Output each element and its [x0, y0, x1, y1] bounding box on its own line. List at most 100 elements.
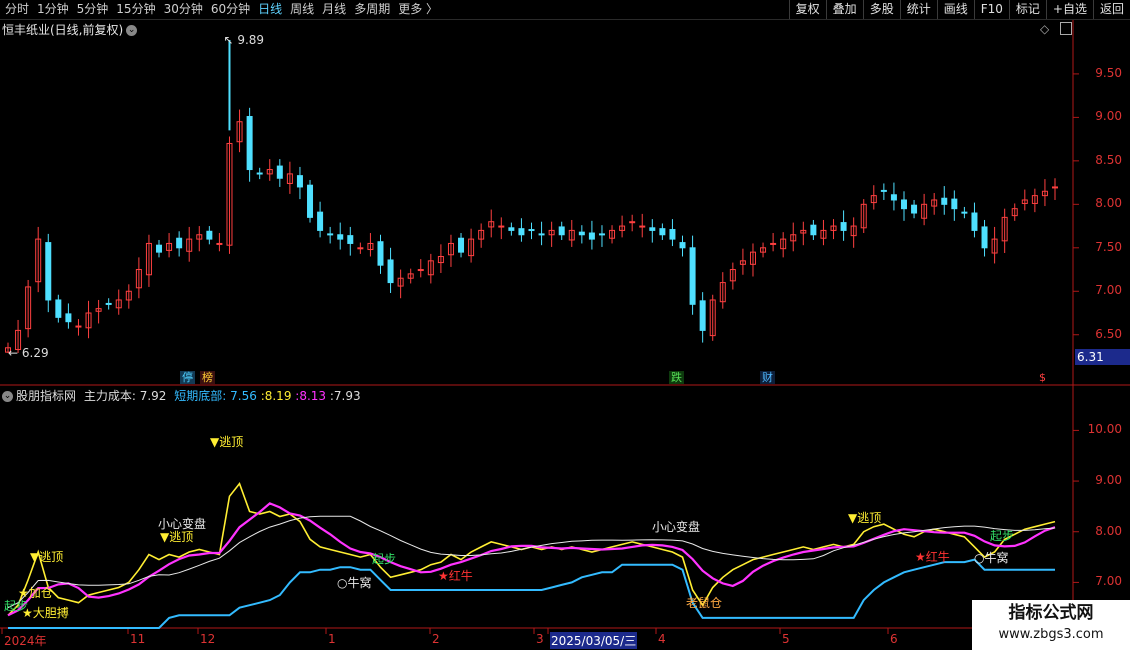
main-y-tick-2: 8.50 — [1095, 152, 1122, 167]
rank-marker[interactable]: 榜 — [200, 371, 215, 384]
candle-body — [387, 259, 394, 284]
candle-body — [538, 233, 545, 236]
candle-body — [55, 299, 62, 318]
ind-y-tick-2: 8.00 — [1095, 523, 1122, 538]
indicator-annotation-12: ★红牛 — [915, 550, 950, 564]
date-label-1: 11 — [130, 632, 146, 646]
indicator-annotation-5: ★大胆搏 — [22, 606, 69, 620]
candle-body — [317, 211, 324, 231]
drop-marker[interactable]: 跌 — [669, 371, 684, 384]
candle-body — [699, 300, 706, 331]
candle-body — [598, 233, 605, 236]
indicator-annotation-10: ○牛窝 — [974, 551, 1009, 565]
candle-body — [156, 244, 163, 253]
date-label-9: 6 — [890, 632, 898, 646]
date-label-4: 2 — [432, 632, 440, 646]
candle-body — [458, 237, 465, 253]
date-label-8: 5 — [782, 632, 790, 646]
indicator-annotation-6: 起步 — [4, 599, 29, 613]
chevron-down-icon[interactable]: ⌄ — [2, 391, 13, 402]
watermark-url: www.zbgs3.com — [998, 627, 1104, 642]
candle-body — [528, 229, 535, 232]
candle-body — [307, 184, 314, 218]
candle-body — [578, 231, 585, 236]
candle-body — [75, 325, 82, 328]
candle-body — [296, 175, 303, 188]
high-label: ↖ 9.89 — [223, 33, 264, 47]
short-bottom-label: 短期底部: — [174, 389, 227, 403]
candle-body — [911, 204, 918, 214]
candle-body — [357, 247, 364, 250]
candle-body — [65, 313, 72, 323]
candle-body — [508, 227, 515, 231]
main-y-tick-6: 6.50 — [1095, 326, 1122, 341]
candle-body — [1052, 186, 1058, 189]
candle-body — [417, 269, 424, 272]
main-cost-value: 7.92 — [139, 389, 167, 403]
indicator-annotation-7: 小心变盘 — [158, 517, 207, 531]
white-line-value: 7.93 — [333, 389, 361, 403]
ind-y-tick-1: 9.00 — [1095, 473, 1122, 488]
candle-body — [971, 212, 978, 231]
candle-body — [890, 194, 897, 201]
main-cost-label: 主力成本: — [83, 389, 136, 403]
indicator-annotation-3: ▼逃顶 — [848, 511, 882, 525]
candle-body — [659, 228, 666, 236]
candle-body — [981, 226, 988, 249]
date-label-5: 3 — [536, 632, 544, 646]
indicator-annotation-0: ▼逃顶 — [30, 550, 64, 564]
candle-body — [649, 227, 656, 231]
candle-body — [498, 225, 505, 228]
date-label-2: 12 — [200, 632, 216, 646]
candle-body — [327, 233, 334, 236]
short-bottom-value: 7.56 — [230, 389, 257, 403]
suspend-marker[interactable]: 停 — [180, 371, 195, 384]
candle-body — [558, 226, 565, 236]
candle-body — [840, 222, 847, 231]
dollar-marker[interactable]: $ — [1037, 371, 1048, 384]
candle-body — [337, 234, 344, 240]
yellow-line-value: 8.19 — [264, 389, 292, 403]
indicator-annotation-14: 起步 — [372, 552, 397, 566]
candle-body — [961, 211, 968, 214]
candle-body — [880, 189, 887, 192]
candle-body — [900, 199, 907, 210]
watermark-title: 指标公式网 — [1008, 603, 1094, 623]
main-y-tick-1: 9.00 — [1095, 109, 1122, 124]
candle-body — [246, 116, 253, 171]
candle-body — [770, 242, 777, 245]
yellow-line — [7, 481, 1056, 616]
indicator-name: 股朋指标网 — [16, 389, 77, 403]
candle-body — [629, 221, 636, 224]
indicator-annotation-13: 老鼠仓 — [686, 596, 723, 610]
main-y-tick-4: 7.50 — [1095, 239, 1122, 254]
kline-chart[interactable]: ↖ 9.89 ← 6.29 — [0, 0, 1130, 650]
main-y-tick-3: 8.00 — [1095, 196, 1122, 211]
indicator-annotation-8: 小心变盘 — [652, 520, 701, 534]
current-price-tag: 6.31 — [1075, 349, 1130, 365]
candle-body — [689, 247, 696, 305]
candle-body — [216, 242, 223, 245]
candle-body — [256, 172, 263, 175]
candle-body — [951, 198, 958, 210]
indicator-annotation-15: 起步 — [990, 529, 1015, 543]
cyan-step-line — [8, 558, 1055, 629]
candle-body — [347, 235, 354, 244]
main-y-tick-5: 7.00 — [1095, 283, 1122, 298]
candle-body — [639, 225, 646, 228]
finance-marker[interactable]: 财 — [760, 371, 775, 384]
candle-body — [518, 228, 525, 236]
magenta-line-value: 8.13 — [299, 389, 327, 403]
ind-y-tick-3: 7.00 — [1095, 574, 1122, 589]
date-label-0: 2024年 — [4, 634, 47, 648]
candle-body — [941, 197, 948, 205]
indicator-annotation-11: ★红牛 — [438, 569, 473, 583]
low-label: ← 6.29 — [8, 346, 49, 360]
ind-y-tick-0: 10.00 — [1087, 422, 1122, 437]
candle-body — [810, 224, 817, 236]
candle-body — [669, 229, 676, 240]
watermark: 指标公式网 www.zbgs3.com — [972, 600, 1130, 650]
candle-body — [176, 237, 183, 249]
indicator-annotation-2: ▼逃顶 — [210, 435, 244, 449]
main-y-tick-0: 9.50 — [1095, 65, 1122, 80]
